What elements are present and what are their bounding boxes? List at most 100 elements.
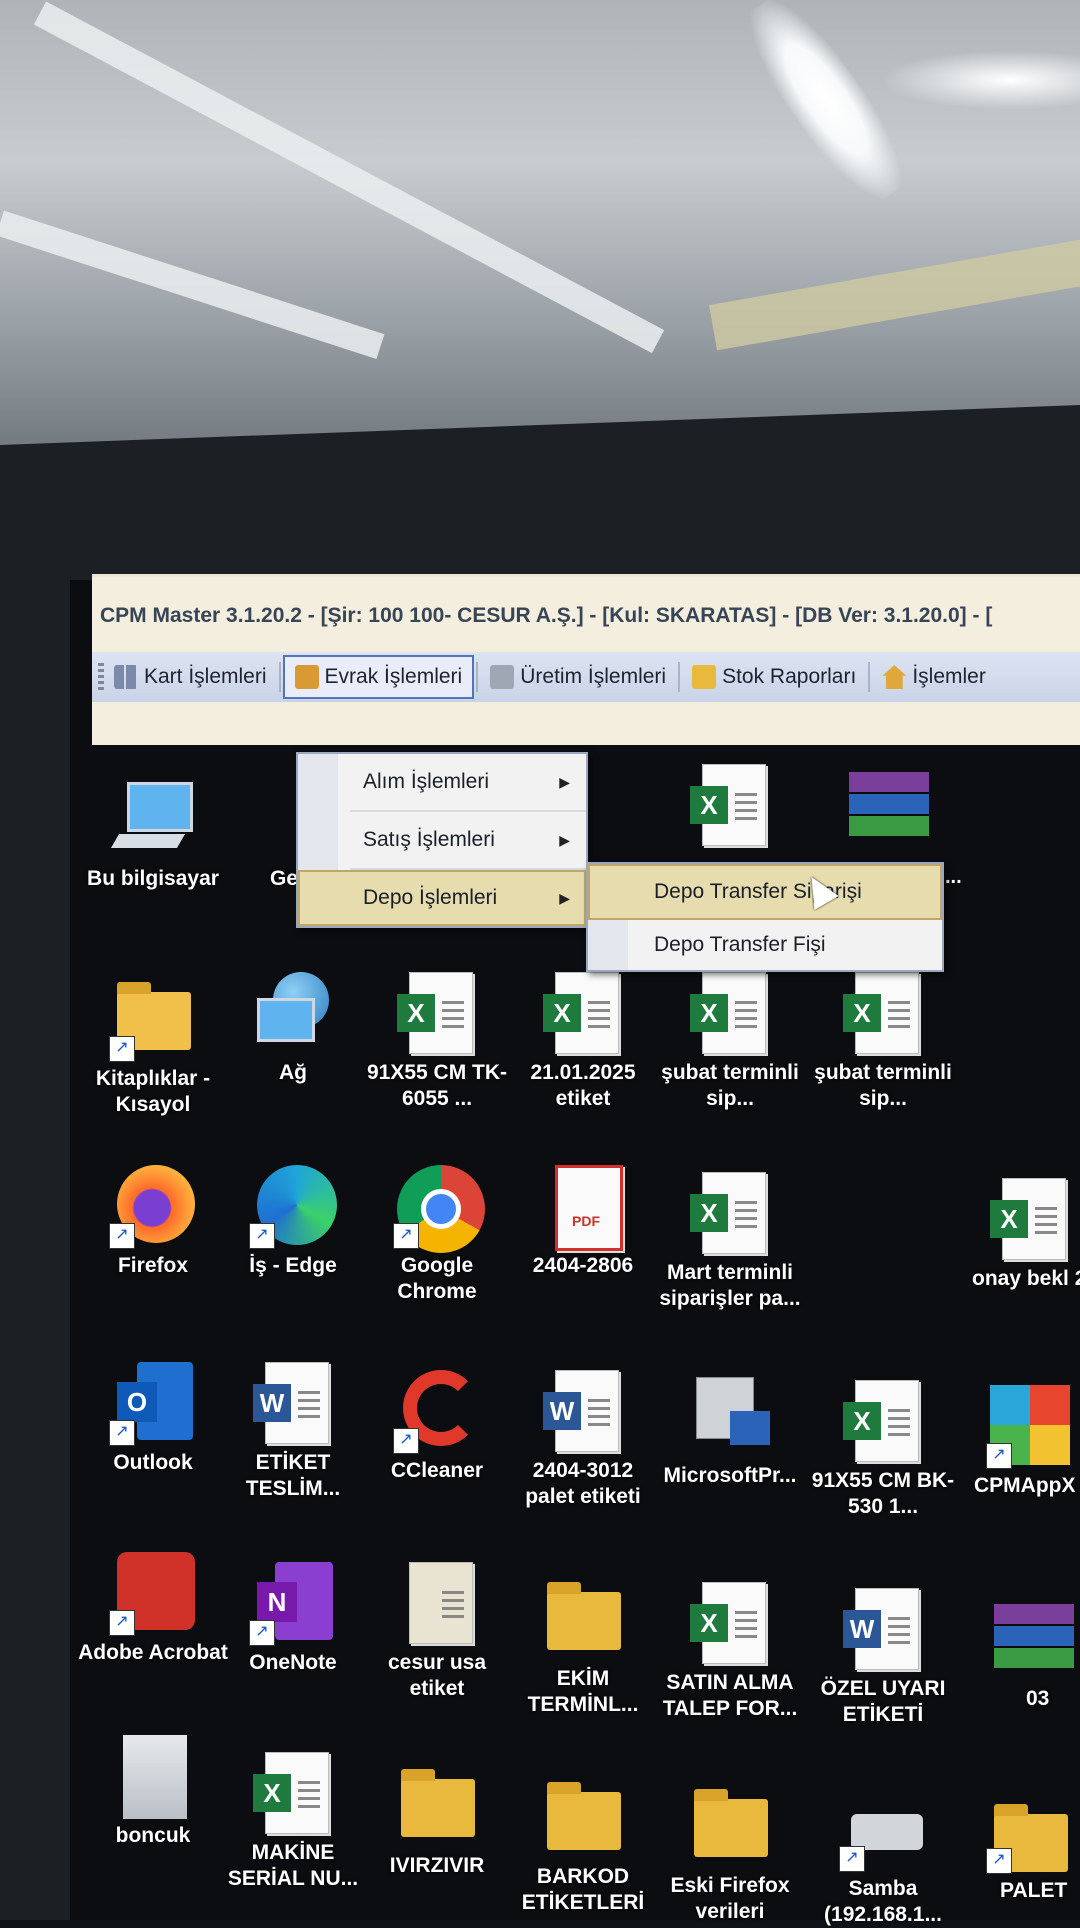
menu-item-depo-transfer-siparisi[interactable]: Depo Transfer Siparişi — [588, 864, 942, 920]
ceiling-beam — [33, 1, 665, 354]
desktop-icon-barkod-etiketleri[interactable]: BARKOD ETİKETLERİ — [508, 1778, 658, 1916]
desktop-icon-ivirzivir[interactable]: IVIRZIVIR — [362, 1765, 512, 1879]
shortcut-arrow-icon: ↗ — [393, 1428, 419, 1454]
shortcut-arrow-icon: ↗ — [249, 1620, 275, 1646]
icon-label: Bu bilgisayar — [87, 867, 219, 890]
desktop-icon-is-edge[interactable]: ↗ İş - Edge — [218, 1165, 368, 1279]
toolbar-islemler[interactable]: İşlemler — [872, 657, 996, 697]
submenu-arrow-icon: ▶ — [559, 832, 570, 848]
desktop-icon-subat-terminli-1[interactable]: X şubat terminli sip... — [655, 972, 805, 1112]
computer-icon — [110, 778, 193, 858]
desktop-icon-subat-terminli-2[interactable]: X şubat terminli sip... — [808, 972, 958, 1112]
toolbar-kart-islemleri[interactable]: Kart İşlemleri — [104, 657, 277, 697]
desktop-icon-kitapliklar[interactable]: ↗ Kitaplıklar - Kısayol — [78, 978, 228, 1118]
icon-label: şubat terminli sip... — [661, 1061, 799, 1110]
folder-icon — [543, 1778, 623, 1858]
desktop-icon-cpmappx[interactable]: ↗ CPMAppX Kısayol — [960, 1385, 1080, 1499]
excel-file-icon: X — [690, 1582, 770, 1664]
toolbar-label: Kart İşlemleri — [144, 665, 267, 688]
printer-icon — [490, 665, 515, 689]
evrak-islemleri-menu: Alım İşlemleri ▶ Satış İşlemleri ▶ Depo … — [296, 752, 588, 928]
grid-icon — [114, 665, 138, 689]
desktop-icon-onenote[interactable]: N ↗ OneNote — [218, 1562, 368, 1676]
desktop-icon-21-01-2025-etiket[interactable]: X 21.01.2025 etiket — [508, 972, 658, 1112]
menu-item-alim-islemleri[interactable]: Alım İşlemleri ▶ — [298, 754, 586, 810]
home-icon — [882, 665, 907, 689]
menu-item-label: Alım İşlemleri — [363, 770, 490, 793]
icon-label: MicrosoftPr... — [663, 1464, 797, 1487]
desktop-icon-onay-bekl[interactable]: X onay bekl 2504-10 — [960, 1178, 1080, 1292]
depo-islemleri-submenu: Depo Transfer Siparişi Depo Transfer Fiş… — [586, 862, 944, 972]
icon-label: cesur usa etiket — [387, 1651, 487, 1700]
submenu-arrow-icon: ▶ — [559, 890, 570, 906]
icon-label: IVIRZIVIR — [389, 1854, 485, 1877]
excel-file-icon: X — [843, 972, 923, 1054]
desktop-icon-2404-3012[interactable]: W 2404-3012 palet etiketi — [508, 1370, 658, 1510]
toolbar-label: İşlemler — [912, 665, 986, 688]
desktop-icon-bu-bilgisayar[interactable]: Bu bilgisayar — [78, 778, 228, 892]
desktop-icon-ccleaner[interactable]: ↗ CCleaner — [362, 1370, 512, 1484]
icon-label: 2404-3012 palet etiketi — [525, 1459, 641, 1508]
icon-label: Firefox — [117, 1254, 188, 1277]
icon-label: Ağ — [279, 1061, 307, 1084]
icon-label: PALET — [1000, 1879, 1068, 1902]
pdf-file-icon: PDF — [543, 1165, 623, 1251]
icon-label: Eski Firefox verileri — [670, 1874, 790, 1923]
icon-label: Google Chrome — [397, 1254, 477, 1303]
menu-item-satis-islemleri[interactable]: Satış İşlemleri ▶ — [298, 812, 586, 868]
outlook-icon: O ↗ — [109, 1362, 193, 1446]
desktop-icon-cesur-usa-etiket[interactable]: cesur usa etiket — [362, 1562, 512, 1702]
icon-label: Outlook — [113, 1451, 193, 1474]
desktop-icon-satin-alma-talep[interactable]: X SATIN ALMA TALEP FOR... — [655, 1582, 805, 1722]
desktop-icon-91x55-bk530[interactable]: X 91X55 CM BK-530 1... — [808, 1380, 958, 1520]
installer-icon — [690, 1375, 770, 1455]
desktop-icon-ag[interactable]: Ağ — [218, 972, 368, 1086]
desktop-icon-winrar-archive[interactable] — [810, 764, 960, 844]
clipboard-icon — [692, 665, 717, 689]
desktop-icon-palet[interactable]: ↗ PALET — [960, 1800, 1080, 1904]
menu-item-depo-transfer-fisi[interactable]: Depo Transfer Fişi — [588, 920, 942, 970]
desktop-icon-google-chrome[interactable]: ↗ Google Chrome — [362, 1165, 512, 1305]
icon-label: 91X55 CM BK-530 1... — [811, 1469, 955, 1518]
desktop-icon-firefox[interactable]: ↗ Firefox — [78, 1165, 228, 1279]
icon-label: onay bekl 2504-10 — [972, 1267, 1080, 1290]
shortcut-arrow-icon: ↗ — [393, 1223, 419, 1249]
icon-label: CPMAppX Kısayol — [974, 1474, 1080, 1497]
desktop-icon-03[interactable]: 03 — [960, 1598, 1080, 1712]
desktop-icon-adobe-acrobat[interactable]: ↗ Adobe Acrobat — [78, 1552, 228, 1666]
toolbar-evrak-islemleri[interactable]: Evrak İşlemleri — [282, 655, 475, 699]
desktop-icon-excel-file[interactable]: X — [655, 764, 805, 846]
shortcut-arrow-icon: ↗ — [109, 1610, 135, 1636]
word-file-icon: W — [843, 1588, 923, 1670]
ccleaner-icon: ↗ — [393, 1370, 479, 1454]
toolbar-uretim-islemleri[interactable]: Üretim İşlemleri — [480, 657, 676, 697]
word-file-icon: W — [253, 1362, 333, 1444]
firefox-icon: ↗ — [109, 1165, 195, 1249]
icon-label: ETİKET TESLİM... — [245, 1451, 341, 1500]
icon-label: MAKİNE SERİAL NU... — [227, 1841, 359, 1890]
menu-item-label: Depo Transfer Fişi — [654, 933, 826, 956]
shortcut-arrow-icon: ↗ — [109, 1420, 135, 1446]
desktop-icon-eski-firefox-verileri[interactable]: Eski Firefox verileri — [655, 1785, 805, 1925]
excel-file-icon: X — [690, 972, 770, 1054]
desktop-icon-ekim-terminl[interactable]: EKİM TERMİNL... — [508, 1578, 658, 1718]
toolbar-stok-raporlari[interactable]: Stok Raporları — [682, 657, 866, 697]
desktop-icon-makine-serial[interactable]: X MAKİNE SERİAL NU... — [218, 1752, 368, 1892]
desktop-icon-ozel-uyari-etiketi[interactable]: W ÖZEL UYARI ETİKETİ — [808, 1588, 958, 1728]
icon-label: Kitaplıklar - Kısayol — [95, 1067, 211, 1116]
desktop-icon-outlook[interactable]: O ↗ Outlook — [78, 1362, 228, 1476]
excel-file-icon: X — [253, 1752, 333, 1834]
menu-item-depo-islemleri[interactable]: Depo İşlemleri ▶ — [298, 870, 586, 926]
shortcut-arrow-icon: ↗ — [109, 1036, 135, 1062]
desktop-icon-91x55-tk6055[interactable]: X 91X55 CM TK-6055 ... — [362, 972, 512, 1112]
desktop-icon-samba[interactable]: ↗ Samba (192.168.1... — [808, 1808, 958, 1928]
shortcut-arrow-icon: ↗ — [986, 1443, 1012, 1469]
desktop-icon-etiket-teslim[interactable]: W ETİKET TESLİM... — [218, 1362, 368, 1502]
desktop-icon-microsoftpr[interactable]: MicrosoftPr... — [655, 1375, 805, 1489]
puzzle-icon: ↗ — [986, 1385, 1070, 1469]
toolbar-label: Stok Raporları — [722, 665, 857, 688]
desktop-icon-mart-terminli[interactable]: X Mart terminli siparişler pa... — [655, 1172, 805, 1312]
desktop-icon-boncuk[interactable]: boncuk — [78, 1735, 228, 1849]
desktop-icon-2404-2806[interactable]: PDF 2404-2806 — [508, 1165, 658, 1279]
icon-label: Samba (192.168.1... — [824, 1877, 942, 1926]
